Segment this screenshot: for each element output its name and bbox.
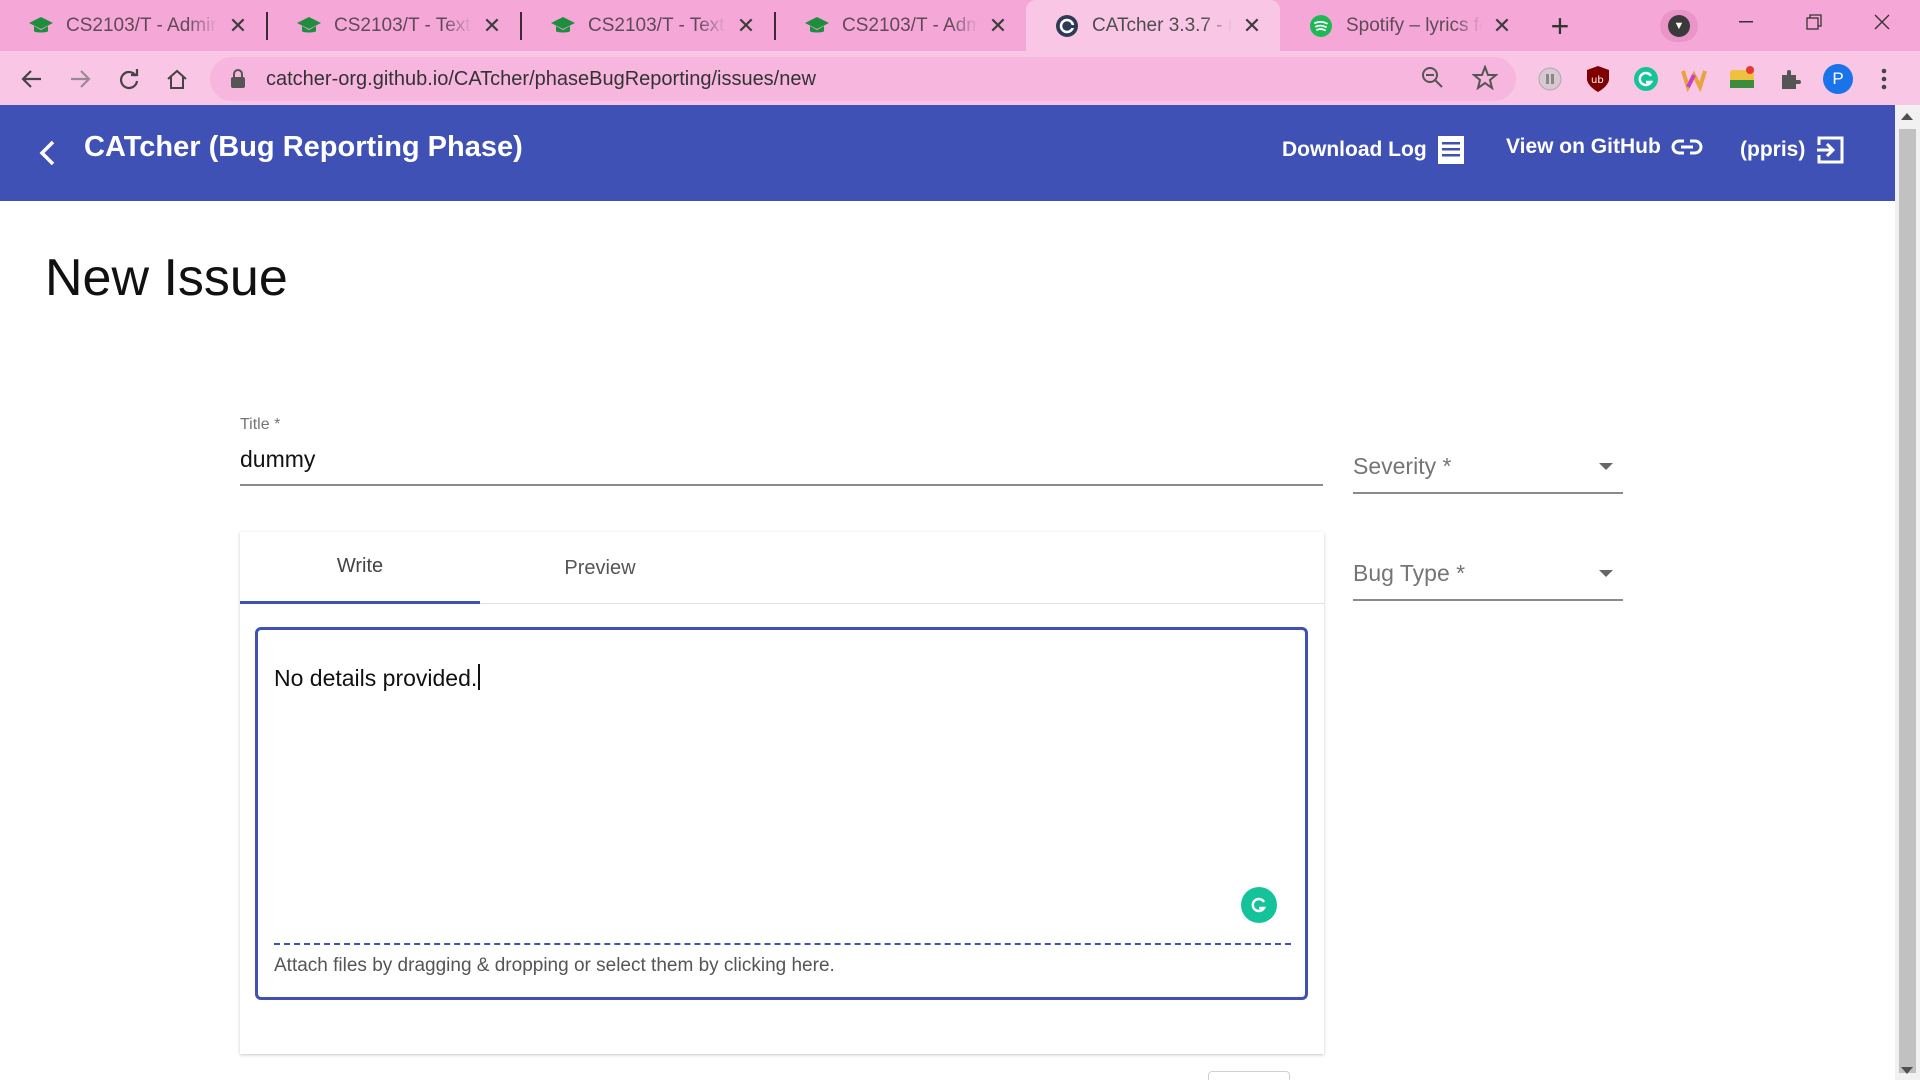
browser-tab-active[interactable]: CATcher 3.3.7 - nus ✕ (1026, 0, 1280, 51)
catcher-icon (1054, 13, 1080, 39)
browser-tab[interactable]: CS2103/T - Admin: ... ✕ (0, 0, 266, 51)
zoom-icon[interactable] (1420, 65, 1446, 96)
attach-divider (274, 943, 1291, 945)
back-button[interactable] (14, 61, 50, 97)
description-text-wrap: No details provided. (274, 664, 481, 692)
title-label: Title * (240, 416, 281, 433)
w-extension-icon[interactable] (1678, 63, 1710, 95)
description-text: No details provided. (274, 665, 478, 691)
view-on-github-label: View on GitHub (1506, 135, 1661, 158)
app-title: CATcher (Bug Reporting Phase) (84, 131, 523, 163)
bug-type-placeholder: Bug Type * (1353, 559, 1466, 586)
close-window-button[interactable] (1848, 0, 1916, 44)
browser-toolbar: catcher-org.github.io/CATcher/phaseBugRe… (0, 51, 1920, 105)
title-input[interactable]: Title * dummy (240, 416, 1323, 486)
ublock-icon[interactable]: ub (1582, 63, 1614, 95)
graduation-cap-icon (804, 13, 830, 39)
url-text: catcher-org.github.io/CATcher/phaseBugRe… (266, 67, 816, 90)
scroll-up-icon[interactable] (1901, 113, 1913, 120)
bug-type-select[interactable]: Bug Type * (1353, 547, 1623, 601)
tab-title: CS2103/T - Admin: ... (842, 14, 978, 36)
submit-button[interactable] (1208, 1071, 1290, 1080)
app-header: CATcher (Bug Reporting Phase) Download L… (0, 105, 1895, 201)
download-log-label: Download Log (1282, 138, 1427, 161)
graduation-cap-icon (550, 13, 576, 39)
close-icon[interactable]: ✕ (1490, 13, 1514, 38)
close-icon[interactable]: ✕ (1240, 13, 1264, 38)
tab-title: CS2103/T - Textbook (334, 14, 472, 36)
restore-button[interactable] (1780, 0, 1848, 44)
grammarly-icon[interactable] (1241, 887, 1277, 923)
more-menu-icon[interactable] (1868, 63, 1900, 95)
profile-initial: P (1823, 64, 1853, 94)
browser-tab[interactable]: CS2103/T - Textbook ✕ (268, 0, 520, 51)
svg-text:ub: ub (1591, 75, 1604, 86)
view-on-github-button[interactable]: View on GitHub (1506, 135, 1703, 159)
page-title: New Issue (45, 249, 288, 307)
profile-avatar[interactable]: P (1822, 63, 1854, 95)
browser-tab[interactable]: CS2103/T - Textbook ✕ (522, 0, 774, 51)
new-tab-button[interactable]: + (1540, 8, 1580, 44)
log-document-icon (1437, 136, 1464, 164)
reload-button[interactable] (111, 61, 147, 97)
download-log-button[interactable]: Download Log (1282, 135, 1465, 165)
graduation-cap-icon (28, 13, 54, 39)
lock-icon (231, 69, 245, 88)
tab-preview[interactable]: Preview (480, 532, 720, 604)
logout-button[interactable]: (ppris) (1740, 135, 1845, 165)
grammarly-extension-icon[interactable] (1630, 63, 1662, 95)
tab-title: CATcher 3.3.7 - nus (1092, 14, 1232, 36)
link-icon (1671, 139, 1703, 155)
dropdown-arrow-icon (1599, 462, 1613, 470)
spotify-icon (1308, 13, 1334, 39)
tab-title: CS2103/T - Admin: ... (66, 14, 218, 36)
page-scrollbar[interactable] (1895, 105, 1920, 1080)
dropdown-arrow-icon (1599, 569, 1613, 577)
close-icon[interactable]: ✕ (734, 13, 758, 38)
close-icon[interactable]: ✕ (480, 13, 504, 38)
tab-title: CS2103/T - Textbook (588, 14, 726, 36)
description-textarea[interactable]: No details provided. Attach files by dra… (255, 627, 1308, 1000)
back-arrow-icon[interactable] (30, 135, 66, 171)
extensions-puzzle-icon[interactable] (1774, 63, 1806, 95)
graduation-cap-icon (296, 13, 322, 39)
bookmark-star-icon[interactable] (1471, 64, 1499, 96)
severity-placeholder: Severity * (1353, 452, 1452, 479)
close-icon[interactable]: ✕ (226, 13, 250, 38)
image-extension-icon[interactable] (1726, 63, 1758, 95)
close-icon[interactable]: ✕ (986, 13, 1010, 38)
tab-search-button[interactable]: ▼ (1660, 10, 1698, 42)
minimize-button[interactable] (1712, 0, 1780, 44)
browser-tab[interactable]: Spotify – lyrics for th ✕ (1280, 0, 1530, 51)
logout-icon (1817, 136, 1844, 164)
scrollbar-thumb[interactable] (1899, 129, 1916, 1073)
text-cursor (478, 664, 481, 690)
pause-extension-icon[interactable] (1534, 63, 1566, 95)
username-label: (ppris) (1740, 138, 1806, 161)
home-button[interactable] (159, 61, 195, 97)
tab-write[interactable]: Write (240, 532, 480, 604)
browser-tab-strip: CS2103/T - Admin: ... ✕ CS2103/T - Textb… (0, 0, 1920, 51)
tab-title: Spotify – lyrics for th (1346, 14, 1482, 36)
title-value[interactable]: dummy (240, 446, 1323, 473)
chevron-down-icon: ▼ (1668, 15, 1690, 37)
scroll-down-icon[interactable] (1901, 1067, 1913, 1074)
attach-files-hint[interactable]: Attach files by dragging & dropping or s… (274, 955, 835, 977)
browser-tab[interactable]: CS2103/T - Admin: ... ✕ (776, 0, 1026, 51)
severity-select[interactable]: Severity * (1353, 440, 1623, 494)
editor-tabs: Write Preview (240, 532, 1324, 604)
description-card: Write Preview No details provided. Attac… (240, 532, 1324, 1054)
address-bar[interactable]: catcher-org.github.io/CATcher/phaseBugRe… (210, 57, 1516, 101)
forward-button[interactable] (62, 61, 98, 97)
